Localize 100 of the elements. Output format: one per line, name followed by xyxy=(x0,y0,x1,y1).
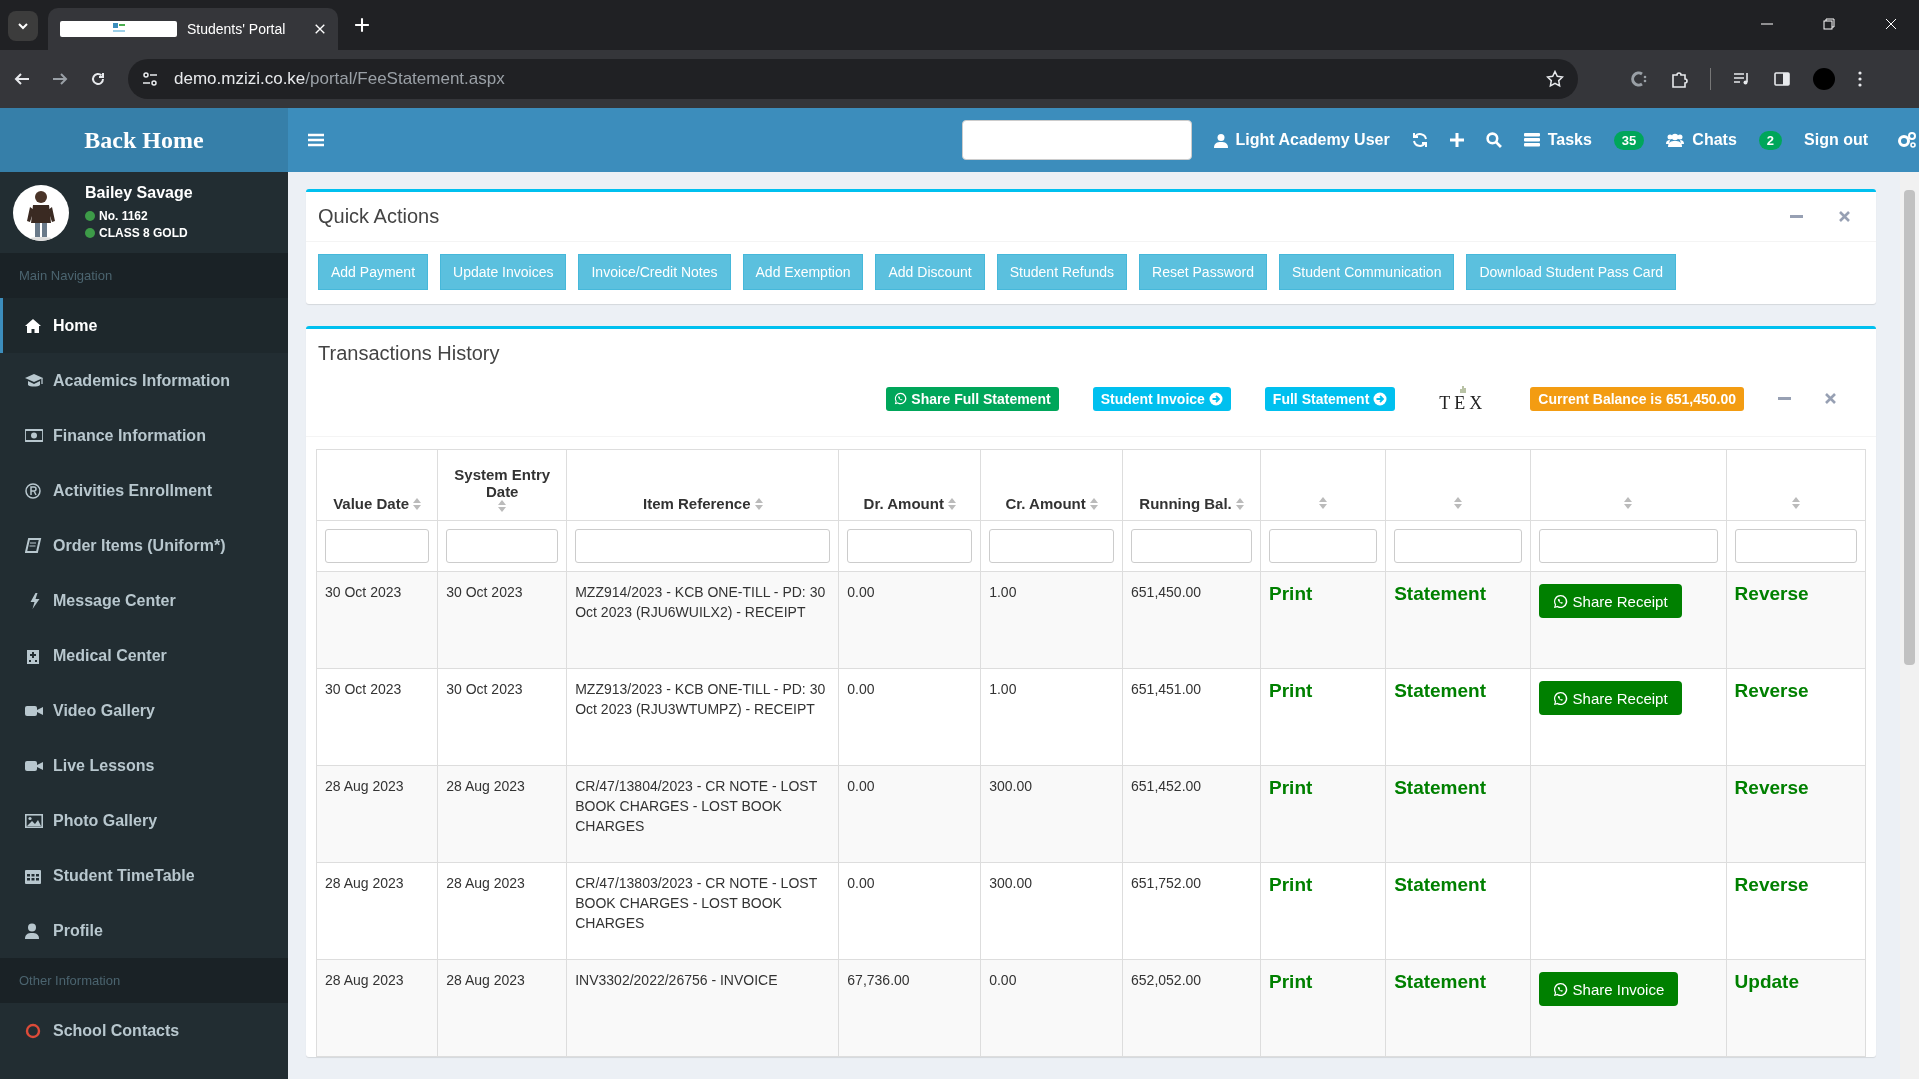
profile-avatar[interactable] xyxy=(1813,68,1835,90)
filter-field[interactable] xyxy=(1734,529,1857,563)
sort-icon[interactable] xyxy=(498,500,507,512)
refresh-icon[interactable] xyxy=(1411,132,1428,148)
column-header[interactable]: Item Reference xyxy=(643,495,751,512)
more-icon[interactable] xyxy=(1857,71,1863,87)
restore-icon[interactable] xyxy=(1823,18,1835,30)
sort-icon[interactable] xyxy=(947,497,956,510)
filter-field[interactable] xyxy=(1394,529,1522,563)
nav-item[interactable]: Message Center xyxy=(0,573,288,628)
nav-item[interactable]: School Contacts xyxy=(0,1003,288,1058)
share-statement-button[interactable]: Share Full Statement xyxy=(886,386,1059,411)
table-cell: MZZ914/2023 - KCB ONE-TILL - PD: 30 Oct 2023 (RJU6WUILX2) - RECEIPT xyxy=(575,584,826,620)
nav-item[interactable]: Photo Gallery xyxy=(0,793,288,848)
sort-icon[interactable] xyxy=(1624,497,1633,509)
status-dot xyxy=(85,228,95,238)
address-bar[interactable]: demo.mzizi.co.ke/portal/FeeStatement.aspx xyxy=(128,59,1578,99)
extension-c-icon[interactable] xyxy=(1630,70,1648,88)
nav-item[interactable]: Student TimeTable xyxy=(0,848,288,903)
money-icon xyxy=(25,427,43,444)
search-icon[interactable] xyxy=(1485,132,1502,148)
home-icon xyxy=(25,317,43,334)
table-cell: 300.00 xyxy=(989,875,1032,891)
filter-field[interactable] xyxy=(1538,529,1718,563)
settings-icon[interactable] xyxy=(1898,131,1917,149)
filter-field[interactable] xyxy=(1131,529,1253,563)
table-cell: 300.00 xyxy=(989,778,1032,794)
statement-link[interactable]: Statement xyxy=(1394,584,1486,604)
sign-out-link[interactable]: Sign out xyxy=(1804,131,1868,149)
sort-icon[interactable] xyxy=(413,497,422,510)
forward-icon[interactable] xyxy=(52,71,68,87)
filter-field[interactable] xyxy=(325,529,430,563)
image-icon xyxy=(25,812,43,829)
print-link[interactable]: Print xyxy=(1269,584,1313,604)
sort-icon[interactable] xyxy=(1319,497,1328,509)
nav-item[interactable]: Live Lessons xyxy=(0,738,288,793)
table-cell: 651,450.00 xyxy=(1131,584,1202,600)
table-cell: MZZ913/2023 - KCB ONE-TILL - PD: 30 Oct 2023 (RJU3WTUMPZ) - RECEIPT xyxy=(575,681,826,717)
share-button[interactable]: Share Receipt xyxy=(1538,584,1682,618)
filter-field[interactable] xyxy=(446,529,559,563)
minimize-icon[interactable] xyxy=(1790,212,1803,221)
tasks-menu[interactable]: Tasks xyxy=(1523,131,1592,149)
side-panel-icon[interactable] xyxy=(1773,70,1791,88)
search-field[interactable] xyxy=(961,120,1192,160)
filter-field[interactable] xyxy=(575,529,831,563)
table-cell: 28 Aug 2023 xyxy=(325,972,404,988)
plus-icon[interactable] xyxy=(1449,133,1464,147)
nav-item[interactable]: Order Items (Uniform*) xyxy=(0,518,288,573)
column-header[interactable]: Dr. Amount xyxy=(863,495,944,512)
sort-icon[interactable] xyxy=(754,497,763,510)
sort-icon[interactable] xyxy=(1453,497,1462,509)
column-header[interactable]: Cr. Amount xyxy=(1005,495,1086,512)
share-button[interactable]: Share Receipt xyxy=(1538,681,1682,715)
scrollbar[interactable] xyxy=(1900,172,1919,1079)
nav-item[interactable]: Activities Enrollment xyxy=(0,463,288,518)
new-tab-icon[interactable] xyxy=(354,17,370,33)
action-link[interactable]: Update xyxy=(1734,972,1799,992)
user-menu[interactable]: Light Academy User xyxy=(1213,131,1390,149)
puzzle-icon[interactable] xyxy=(1670,70,1688,88)
nav-item[interactable]: Home xyxy=(0,298,288,353)
print-link[interactable]: Print xyxy=(1269,778,1313,798)
sort-icon[interactable] xyxy=(1235,497,1244,510)
print-link[interactable]: Print xyxy=(1269,875,1313,895)
star-icon[interactable] xyxy=(1546,70,1564,88)
logo-text: TEX xyxy=(1439,393,1487,414)
action-link[interactable]: Reverse xyxy=(1734,584,1809,604)
reload-icon[interactable] xyxy=(90,71,106,87)
action-link[interactable]: Reverse xyxy=(1734,875,1809,895)
action-link[interactable]: Reverse xyxy=(1734,778,1809,798)
calendar-icon xyxy=(25,867,43,884)
statement-link[interactable]: Statement xyxy=(1394,875,1486,895)
column-header[interactable]: Running Bal. xyxy=(1139,495,1232,512)
statement-link[interactable]: Statement xyxy=(1394,778,1486,798)
filter-field[interactable] xyxy=(989,529,1115,563)
minimize-icon[interactable] xyxy=(1778,394,1791,403)
statement-link[interactable]: Statement xyxy=(1394,681,1486,701)
print-link[interactable]: Print xyxy=(1269,681,1313,701)
action-link[interactable]: Reverse xyxy=(1734,681,1809,701)
filter-field[interactable] xyxy=(1269,529,1378,563)
browser-tab[interactable]: Students' Portal xyxy=(48,8,338,50)
nav-item[interactable]: Academics Information xyxy=(0,353,288,408)
nav-item[interactable]: Profile xyxy=(0,903,288,958)
nav-item[interactable]: Finance Information xyxy=(0,408,288,463)
statement-link[interactable]: Statement xyxy=(1394,972,1486,992)
site-info-icon[interactable] xyxy=(142,71,158,87)
box-title: Transactions History xyxy=(318,342,500,364)
chats-menu[interactable]: Chats xyxy=(1666,131,1737,149)
sort-icon[interactable] xyxy=(1089,497,1098,510)
back-icon[interactable] xyxy=(14,71,30,87)
nav-item[interactable]: Video Gallery xyxy=(0,683,288,738)
filter-field[interactable] xyxy=(847,529,973,563)
menu-icon[interactable] xyxy=(308,133,324,147)
sort-icon[interactable] xyxy=(1791,497,1800,509)
brand-title[interactable]: Back Home xyxy=(84,126,204,154)
print-link[interactable]: Print xyxy=(1269,972,1313,992)
column-header[interactable]: Value Date xyxy=(333,495,410,512)
tab-list-button[interactable] xyxy=(8,11,38,41)
share-button[interactable]: Share Invoice xyxy=(1538,972,1679,1006)
logo-leaf-icon xyxy=(1457,383,1468,393)
nav-item[interactable]: Medical Center xyxy=(0,628,288,683)
